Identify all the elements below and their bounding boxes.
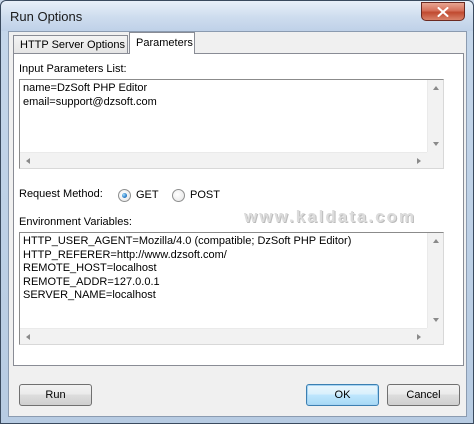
vertical-scrollbar[interactable] bbox=[427, 233, 443, 328]
env-line: REMOTE_ADDR=127.0.0.1 bbox=[23, 275, 160, 288]
env-line: HTTP_USER_AGENT=Mozilla/4.0 (compatible;… bbox=[23, 235, 352, 247]
window-title: Run Options bbox=[10, 9, 83, 24]
scroll-corner bbox=[427, 328, 443, 344]
environment-variables-content: HTTP_USER_AGENT=Mozilla/4.0 (compatible;… bbox=[23, 235, 425, 328]
request-method-label: Request Method: bbox=[19, 188, 103, 200]
input-parameters-label: Input Parameters List: bbox=[19, 63, 127, 75]
scroll-up-icon[interactable] bbox=[433, 239, 439, 243]
horizontal-scrollbar[interactable] bbox=[20, 152, 427, 168]
tab-parameters[interactable]: Parameters bbox=[129, 32, 195, 54]
tab-http-server-options[interactable]: HTTP Server Options bbox=[13, 35, 128, 55]
input-parameters-textarea[interactable]: name=DzSoft PHP Editor email=support@dzso… bbox=[19, 79, 444, 169]
scroll-up-icon[interactable] bbox=[433, 86, 439, 90]
dialog-client-area: HTTP Server Options Parameters Input Par… bbox=[8, 31, 467, 417]
environment-variables-label: Environment Variables: bbox=[19, 216, 132, 228]
scroll-down-icon[interactable] bbox=[433, 318, 439, 322]
close-button[interactable] bbox=[421, 2, 465, 21]
get-radio[interactable] bbox=[118, 189, 131, 202]
param-line: email=support@dzsoft.com bbox=[23, 95, 157, 108]
input-parameters-content: name=DzSoft PHP Editor email=support@dzso… bbox=[23, 82, 425, 152]
horizontal-scrollbar[interactable] bbox=[20, 328, 427, 344]
get-radio-label[interactable]: GET bbox=[136, 189, 159, 201]
env-line: SERVER_NAME=localhost bbox=[23, 289, 156, 301]
watermark-text: www.kaldata.com bbox=[244, 207, 417, 226]
vertical-scrollbar[interactable] bbox=[427, 80, 443, 152]
param-line: name=DzSoft PHP Editor bbox=[23, 82, 148, 94]
parameters-panel: Input Parameters List: name=DzSoft PHP E… bbox=[13, 53, 464, 366]
cancel-button[interactable]: Cancel bbox=[387, 384, 460, 406]
scroll-right-icon[interactable] bbox=[417, 334, 421, 340]
post-radio-label[interactable]: POST bbox=[190, 189, 220, 201]
scroll-left-icon[interactable] bbox=[26, 158, 30, 164]
radio-selected-dot bbox=[122, 193, 127, 198]
environment-variables-textarea[interactable]: HTTP_USER_AGENT=Mozilla/4.0 (compatible;… bbox=[19, 232, 444, 345]
ok-button[interactable]: OK bbox=[306, 384, 379, 406]
scroll-left-icon[interactable] bbox=[26, 334, 30, 340]
env-line: HTTP_REFERER=http://www.dzsoft.com/ bbox=[23, 248, 227, 261]
run-button[interactable]: Run bbox=[19, 384, 92, 406]
run-options-window: Run Options HTTP Server Options Paramete… bbox=[0, 0, 474, 424]
scroll-corner bbox=[427, 152, 443, 168]
scroll-right-icon[interactable] bbox=[417, 158, 421, 164]
title-bar[interactable]: Run Options bbox=[1, 1, 473, 31]
env-line: REMOTE_HOST=localhost bbox=[23, 262, 157, 274]
scroll-down-icon[interactable] bbox=[433, 142, 439, 146]
close-icon bbox=[437, 6, 449, 17]
post-radio[interactable] bbox=[172, 189, 185, 202]
